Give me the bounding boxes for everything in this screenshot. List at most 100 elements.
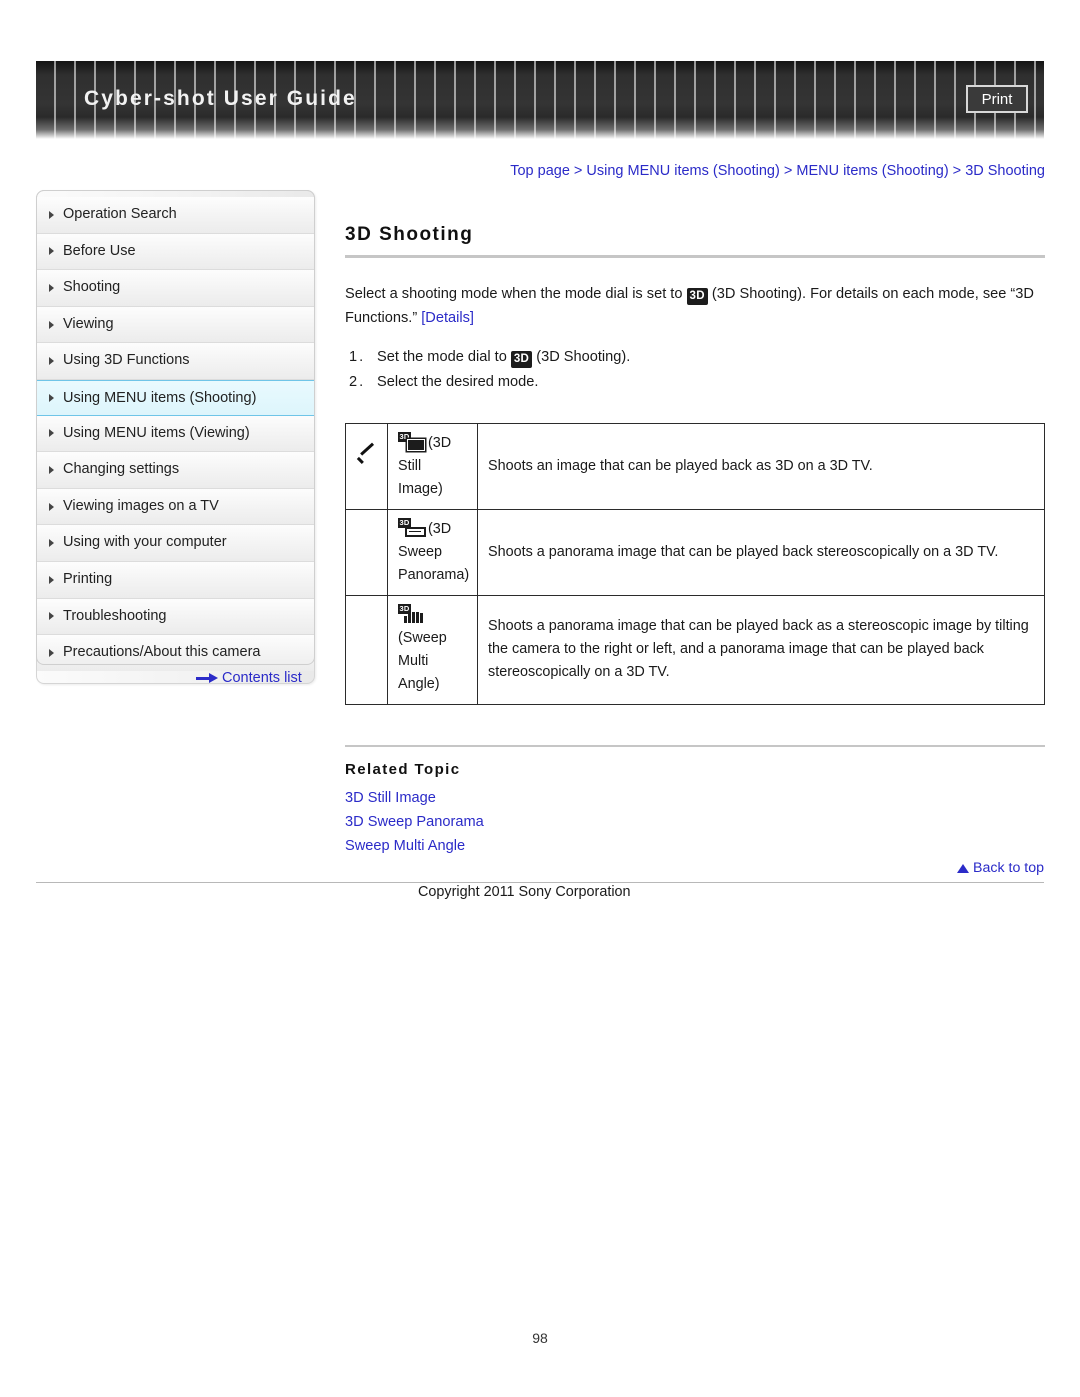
sidebar-item-label: Using MENU items (Shooting) <box>63 389 257 406</box>
sidebar-item-before-use[interactable]: Before Use <box>37 233 314 271</box>
back-to-top-link[interactable]: Back to top <box>36 860 1044 876</box>
step-item-2: 2. Select the desired mode. <box>345 370 1045 395</box>
3d-still-image-icon: 3D <box>398 431 426 451</box>
breadcrumb-item-top-page[interactable]: Top page <box>510 163 570 179</box>
triangle-up-icon <box>957 864 970 873</box>
step-number: 1. <box>349 348 366 365</box>
chevron-right-icon <box>49 393 54 402</box>
sidebar-item-label: Operation Search <box>63 206 177 222</box>
chevron-right-icon <box>49 283 54 292</box>
sidebar-item-label: Precautions/About this camera <box>63 644 261 661</box>
multi-angle-bars-shape <box>404 611 426 623</box>
table-cell-selected <box>345 422 388 510</box>
breadcrumb-separator: > <box>779 163 797 179</box>
sidebar-item-precautions-about-this-camera[interactable]: Precautions/About this camera <box>37 635 314 671</box>
sidebar-item-label: Printing <box>63 570 113 587</box>
steps-list: 1. Set the mode dial to 3D (3D Shooting).… <box>345 345 1045 395</box>
chevron-right-icon <box>49 502 54 511</box>
related-topic-links: 3D Still Image 3D Sweep Panorama Sweep M… <box>345 786 1045 858</box>
sidebar-item-label: Troubleshooting <box>63 607 167 624</box>
page-title: 3D Shooting <box>345 224 474 245</box>
chevron-right-icon <box>49 320 54 329</box>
sidebar-item-using-3d-functions[interactable]: Using 3D Functions <box>37 343 314 380</box>
sidebar-item-changing-settings[interactable]: Changing settings <box>37 452 314 489</box>
title-divider <box>345 255 1045 258</box>
3d-sweep-panorama-icon: 3D <box>398 517 426 537</box>
table-cell-description: Shoots a panorama image that can be play… <box>477 508 1045 596</box>
table-row: 3D (3D Still Image) Shoots an image that… <box>345 422 1045 510</box>
breadcrumb-item-using-menu-items-shooting[interactable]: Using MENU items (Shooting) <box>586 163 779 179</box>
related-topic-title: Related Topic <box>345 760 461 778</box>
chevron-right-icon <box>49 612 54 621</box>
chevron-right-icon <box>49 247 54 256</box>
sidebar-item-viewing[interactable]: Viewing <box>37 306 314 344</box>
step-number: 2. <box>349 373 366 390</box>
sidebar-item-printing[interactable]: Printing <box>37 561 314 599</box>
table-cell-mode: 3D (Sweep Multi Angle) <box>387 594 478 705</box>
details-link[interactable]: [Details] <box>421 310 474 326</box>
sidebar-item-using-menu-items-viewing[interactable]: Using MENU items (Viewing) <box>37 415 314 453</box>
copyright-text: Copyright 2011 Sony Corporation <box>418 884 631 900</box>
step-text-before: Select the desired mode. <box>377 373 539 390</box>
chevron-right-icon <box>49 539 54 548</box>
sidebar-item-label: Shooting <box>63 279 121 296</box>
table-cell-selected <box>345 508 388 596</box>
related-link-3d-sweep-panorama[interactable]: 3D Sweep Panorama <box>345 810 1045 834</box>
related-topic-divider <box>345 744 1045 747</box>
sidebar-item-using-menu-items-shooting[interactable]: Using MENU items (Shooting) <box>37 379 314 416</box>
sidebar-item-label: Using 3D Functions <box>63 352 190 369</box>
sidebar-item-troubleshooting[interactable]: Troubleshooting <box>37 598 314 636</box>
chevron-right-icon <box>49 575 54 584</box>
step-text-after: (3D Shooting). <box>532 348 631 365</box>
footer-divider <box>36 882 1044 883</box>
table-row: 3D (Sweep Multi Angle) Shoots a panorama… <box>345 594 1045 705</box>
mode-dial-3d-icon: 3D <box>686 288 708 305</box>
contents-list-link[interactable]: Contents list <box>196 670 302 686</box>
table-cell-description: Shoots a panorama image that can be play… <box>477 594 1045 705</box>
sidebar-item-label: Viewing images on a TV <box>63 497 219 514</box>
sidebar-item-label: Viewing <box>63 315 114 332</box>
mode-dial-3d-icon: 3D <box>510 350 533 368</box>
chevron-right-icon <box>49 357 54 366</box>
sidebar-item-label: Before Use <box>63 242 136 259</box>
chevron-right-icon <box>49 465 54 474</box>
intro-text-before: Select a shooting mode when the mode dia… <box>345 286 687 302</box>
contents-list-label: Contents list <box>222 670 302 686</box>
app-title: Cyber-shot User Guide <box>84 87 357 110</box>
sidebar-item-operation-search[interactable]: Operation Search <box>37 197 314 234</box>
back-to-top-label: Back to top <box>973 860 1044 876</box>
sidebar-item-using-with-your-computer[interactable]: Using with your computer <box>37 525 314 562</box>
sweep-multi-angle-icon: 3D <box>398 603 426 623</box>
chevron-right-icon <box>49 648 54 657</box>
breadcrumb-separator: > <box>569 163 587 179</box>
main-content: 3D Shooting Select a shooting mode when … <box>345 224 1045 858</box>
sidebar-item-shooting[interactable]: Shooting <box>37 270 314 307</box>
print-button[interactable]: Print <box>966 85 1028 113</box>
breadcrumb-item-menu-items-shooting[interactable]: MENU items (Shooting) <box>796 163 948 179</box>
header-banner: Cyber-shot User Guide Print <box>36 61 1044 139</box>
breadcrumb-separator: > <box>948 163 966 179</box>
table-row: 3D (3D Sweep Panorama) Shoots a panorama… <box>345 508 1045 596</box>
arrow-right-icon <box>196 673 218 684</box>
breadcrumb-item-3d-shooting[interactable]: 3D Shooting <box>965 163 1045 179</box>
breadcrumb: Top page > Using MENU items (Shooting) >… <box>345 163 1045 179</box>
sidebar-item-label: Using MENU items (Viewing) <box>63 424 250 441</box>
related-link-3d-still-image[interactable]: 3D Still Image <box>345 786 1045 810</box>
chevron-right-icon <box>49 429 54 438</box>
step-item-1: 1. Set the mode dial to 3D (3D Shooting). <box>345 345 1045 370</box>
table-cell-description: Shoots an image that can be played back … <box>477 422 1045 510</box>
mode-label: (Sweep Multi Angle) <box>398 629 447 692</box>
still-image-shape <box>407 438 425 451</box>
chevron-right-icon <box>49 210 54 219</box>
panorama-shape <box>405 526 426 537</box>
shooting-modes-table: 3D (3D Still Image) Shoots an image that… <box>345 422 1045 705</box>
table-cell-selected <box>345 594 388 705</box>
page-number: 98 <box>532 1330 548 1346</box>
table-cell-mode: 3D (3D Sweep Panorama) <box>387 508 478 596</box>
step-text-before: Set the mode dial to <box>377 348 511 365</box>
related-link-sweep-multi-angle[interactable]: Sweep Multi Angle <box>345 834 1045 858</box>
sidebar-item-viewing-images-on-a-tv[interactable]: Viewing images on a TV <box>37 488 314 526</box>
sidebar-item-label: Changing settings <box>63 461 180 478</box>
checkmark-icon <box>356 452 378 472</box>
sidebar-item-label: Using with your computer <box>63 534 227 551</box>
